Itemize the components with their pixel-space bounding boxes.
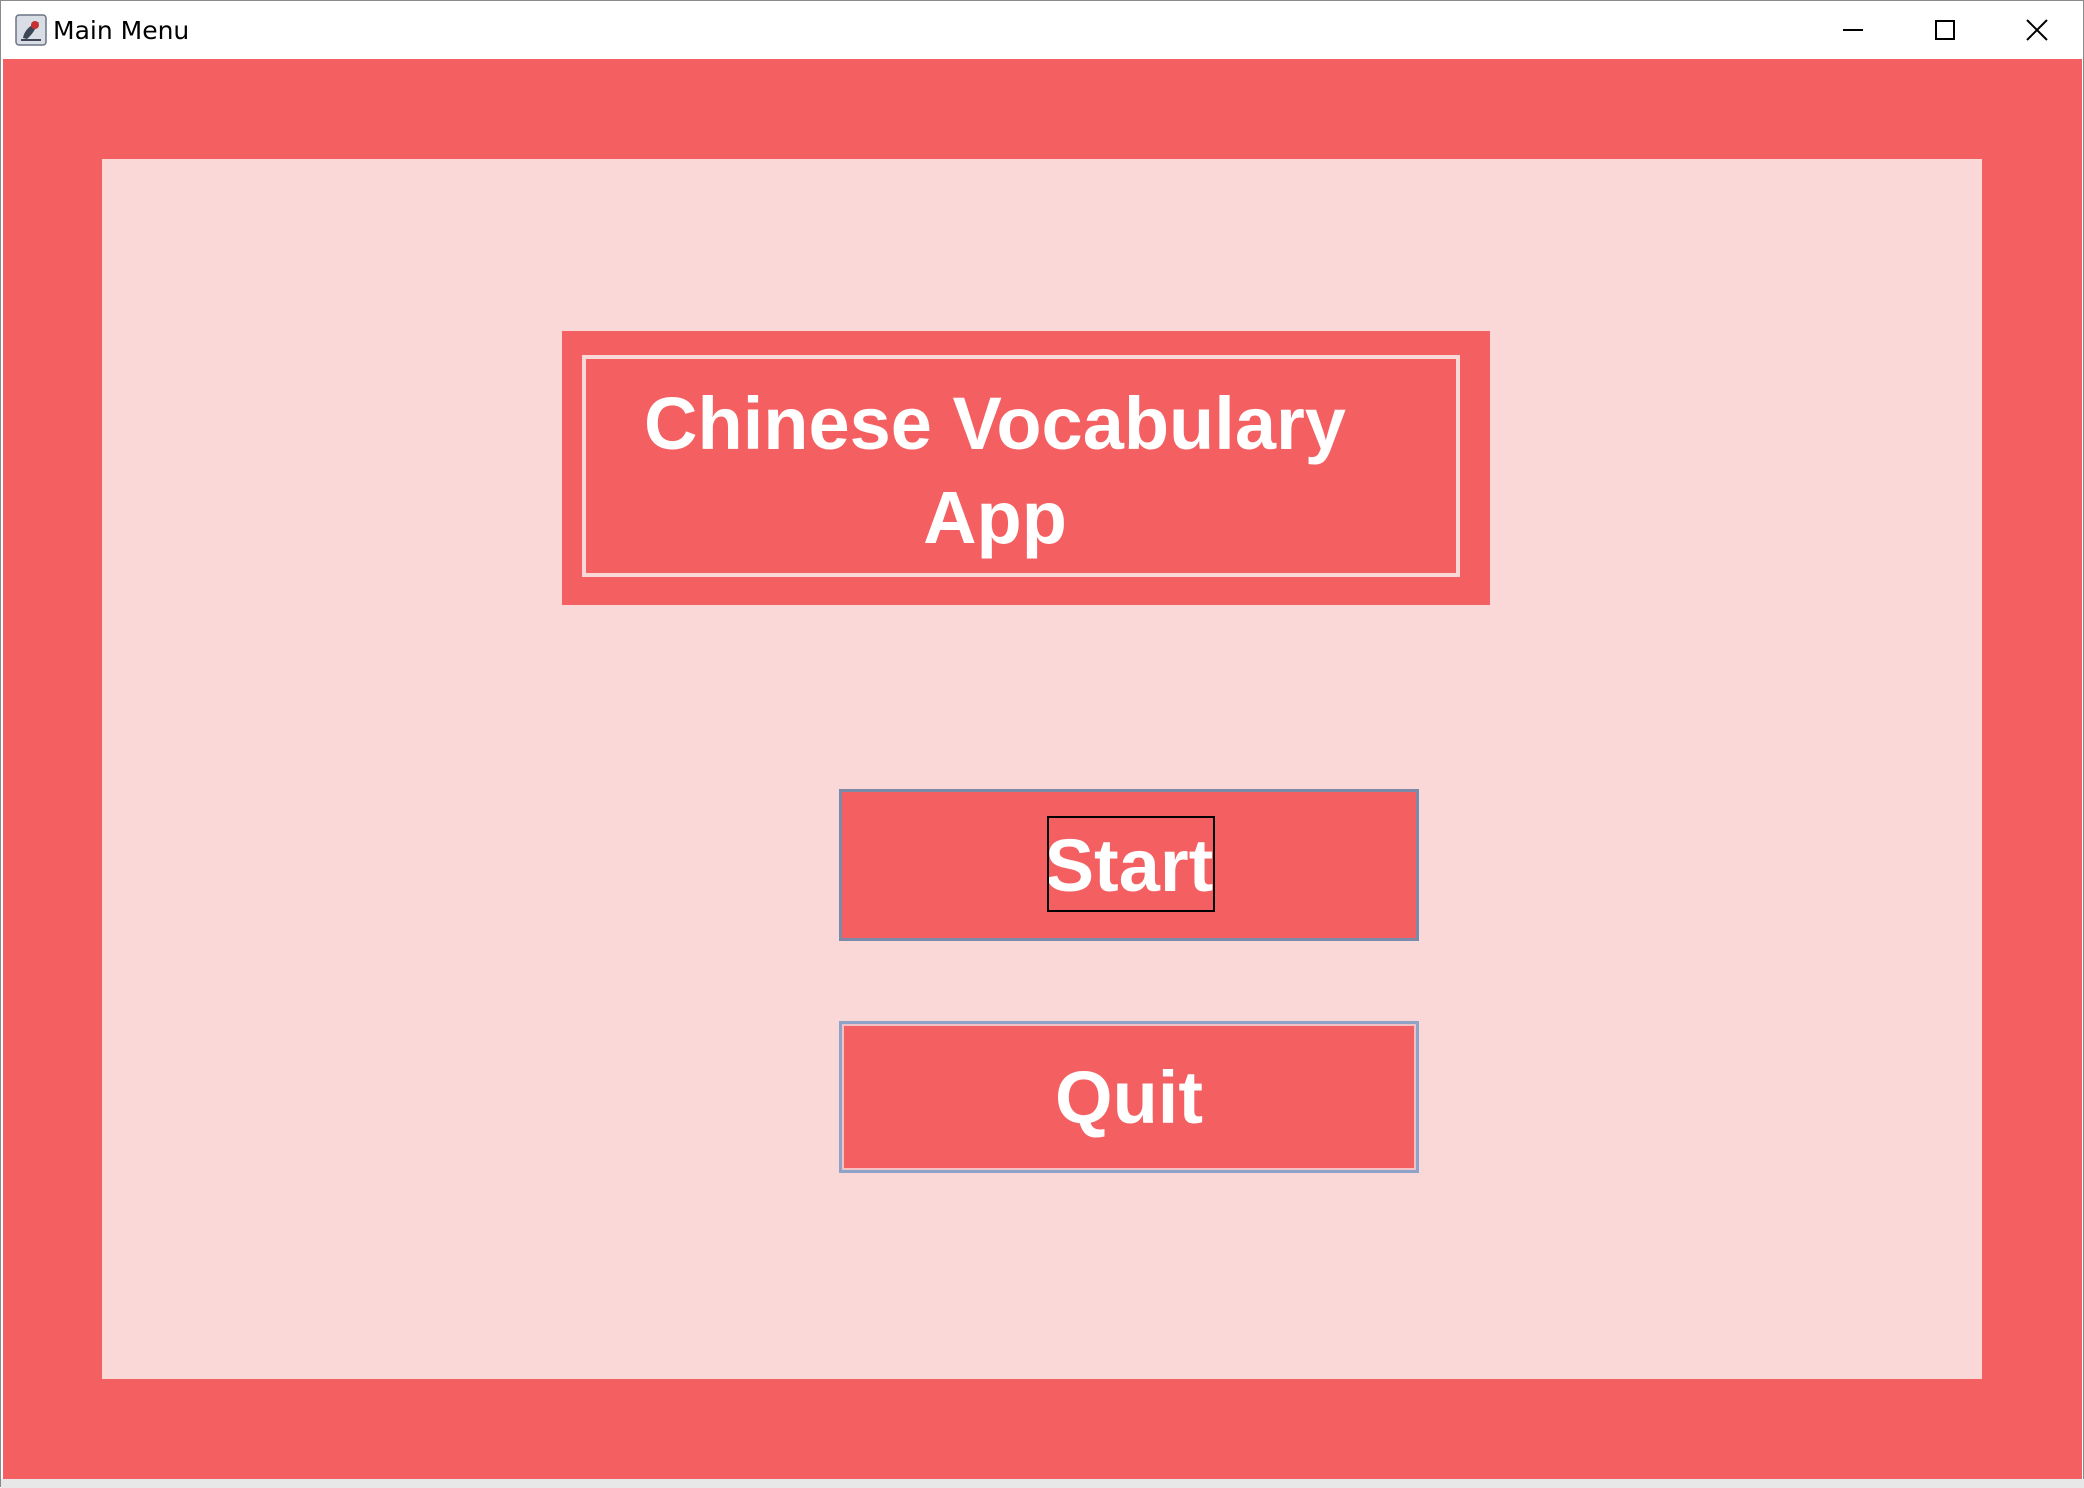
app-title-line-2: App [923, 476, 1067, 559]
menu-panel: Chinese Vocabulary App Start Quit [102, 159, 1982, 1379]
start-button[interactable]: Start [839, 789, 1419, 941]
close-button[interactable] [1991, 1, 2083, 59]
title-bar[interactable]: Main Menu [1, 1, 2083, 59]
minimize-button[interactable] [1807, 1, 1899, 59]
maximize-button[interactable] [1899, 1, 1991, 59]
java-app-icon [15, 14, 47, 46]
window-title: Main Menu [53, 16, 190, 45]
app-window: Main Menu Chinese Vocabulary App Start Q… [0, 0, 2084, 1488]
quit-button[interactable]: Quit [839, 1021, 1419, 1173]
content-area: Chinese Vocabulary App Start Quit [3, 59, 2082, 1479]
app-title-box: Chinese Vocabulary App [562, 331, 1490, 605]
quit-button-label: Quit [1055, 1056, 1203, 1139]
focus-ring [1047, 816, 1215, 912]
app-title-line-1: Chinese Vocabulary [644, 382, 1346, 465]
app-title-frame: Chinese Vocabulary App [582, 355, 1460, 577]
